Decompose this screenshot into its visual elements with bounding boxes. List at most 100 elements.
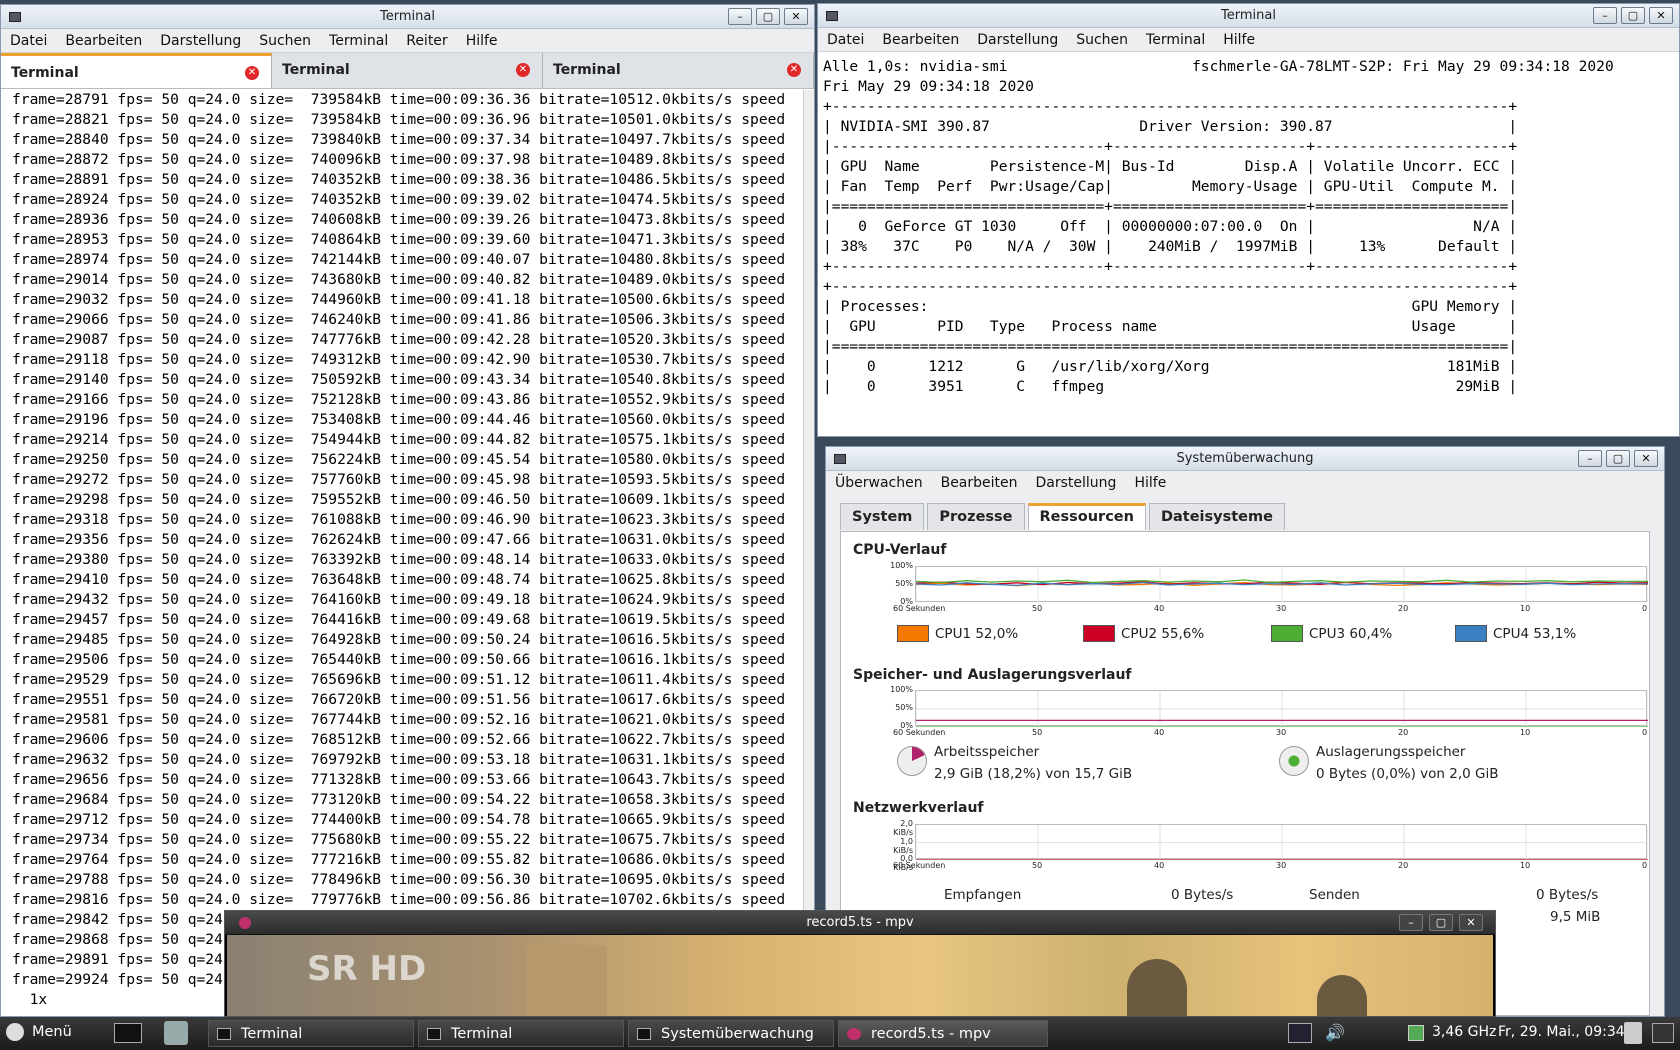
minimize-button[interactable]: – [728, 8, 752, 25]
color-swatch[interactable] [1455, 625, 1487, 642]
menu-bearbeiten[interactable]: Bearbeiten [56, 33, 151, 49]
minimize-button[interactable]: – [1399, 914, 1423, 931]
minimize-button[interactable]: – [1578, 450, 1602, 467]
menu-terminal[interactable]: Terminal [320, 33, 397, 49]
legend-label: CPU3 60,4% [1309, 625, 1393, 642]
menu-hilfe[interactable]: Hilfe [1214, 32, 1264, 48]
close-button[interactable]: ✕ [1649, 7, 1673, 24]
taskbar-item-terminal-1[interactable]: Terminal [208, 1020, 414, 1047]
menu-terminal[interactable]: Terminal [1137, 32, 1214, 48]
terminal-line: frame=28891 fps= 50 q=24.0 size= 740352k… [12, 171, 786, 188]
memory-label: Arbeitsspeicher [934, 744, 1040, 760]
terminal-line: frame=28821 fps= 50 q=24.0 size= 739584k… [12, 111, 786, 128]
video-frame[interactable]: SR HD [227, 935, 1493, 1016]
taskbar-item-terminal-2[interactable]: Terminal [418, 1020, 624, 1047]
terminal-line: +-------------------------------+-------… [823, 258, 1518, 275]
terminal-line: frame=29272 fps= 50 q=24.0 size= 757760k… [12, 471, 786, 488]
tab-ressourcen[interactable]: Ressourcen [1027, 503, 1146, 530]
network-chart-svg [916, 825, 1648, 860]
x-tick-label: 30 [1276, 604, 1287, 613]
maximize-button[interactable]: ▢ [1429, 914, 1453, 931]
terminal-line: frame=29485 fps= 50 q=24.0 size= 764928k… [12, 631, 786, 648]
title-bar[interactable]: Terminal – ▢ ✕ [818, 4, 1679, 28]
minimize-button[interactable]: – [1593, 7, 1617, 24]
terminal-line: |===============================+=======… [823, 198, 1518, 215]
color-swatch[interactable] [1271, 625, 1303, 642]
x-tick-label: 10 [1520, 728, 1531, 737]
terminal-line: frame=28924 fps= 50 q=24.0 size= 740352k… [12, 191, 786, 208]
menu-darstellung[interactable]: Darstellung [151, 33, 250, 49]
tab-prozesse[interactable]: Prozesse [927, 503, 1025, 530]
terminal-line: frame=29816 fps= 50 q=24.0 size= 779776k… [12, 891, 786, 908]
terminal-line: frame=28974 fps= 50 q=24.0 size= 742144k… [12, 251, 786, 268]
terminal-line: frame=29214 fps= 50 q=24.0 size= 754944k… [12, 431, 786, 448]
terminal-line: frame=29734 fps= 50 q=24.0 size= 775680k… [12, 831, 786, 848]
maximize-button[interactable]: ▢ [1606, 450, 1630, 467]
menu-suchen[interactable]: Suchen [250, 33, 320, 49]
trash-icon[interactable] [1624, 1022, 1642, 1044]
terminal-window-left[interactable]: Terminal – ▢ ✕ Datei Bearbeiten Darstell… [0, 4, 815, 1017]
terminal-line: | 0 3951 C ffmpeg 29MiB | [823, 378, 1518, 395]
menu-bar: Datei Bearbeiten Darstellung Suchen Term… [1, 29, 814, 53]
start-menu-button[interactable]: Menü [6, 1023, 72, 1041]
swap-pie-icon[interactable] [1279, 746, 1309, 776]
clock[interactable]: Fr, 29. Mai., 09:34 [1498, 1024, 1625, 1040]
menu-reiter[interactable]: Reiter [397, 33, 456, 49]
nvidia-smi-output[interactable]: Alle 1,0s: nvidia-smi fschmerle-GA-78LMT… [818, 54, 1679, 436]
y-tick-label: 50% [895, 703, 913, 712]
title-bar[interactable]: Terminal – ▢ ✕ [1, 5, 814, 29]
menu-bearbeiten[interactable]: Bearbeiten [873, 32, 968, 48]
tab-dateisysteme[interactable]: Dateisysteme [1148, 503, 1285, 530]
menu-datei[interactable]: Datei [818, 32, 873, 48]
terminal-line: | Fan Temp Perf Pwr:Usage/Cap| Memory-Us… [823, 178, 1518, 195]
volume-icon[interactable]: 🔊 [1325, 1023, 1347, 1043]
tab-terminal-3[interactable]: Terminal ✕ [543, 53, 814, 88]
color-swatch[interactable] [897, 625, 929, 642]
x-tick-label: 10 [1520, 861, 1531, 870]
tab-system[interactable]: System [840, 503, 925, 530]
terminal-output[interactable]: frame=28791 fps= 50 q=24.0 size= 739584k… [1, 90, 814, 1016]
menu-hilfe[interactable]: Hilfe [1125, 475, 1175, 491]
terminal-window-right[interactable]: Terminal – ▢ ✕ Datei Bearbeiten Darstell… [817, 3, 1680, 437]
legend-label: CPU2 55,6% [1121, 625, 1205, 642]
menu-label: Menü [32, 1024, 72, 1040]
memory-pie-icon[interactable] [897, 746, 927, 776]
close-tab-icon[interactable]: ✕ [245, 66, 259, 80]
title-bar[interactable]: Systemüberwachung – ▢ ✕ [826, 447, 1664, 471]
menu-darstellung[interactable]: Darstellung [1027, 475, 1126, 491]
x-tick-label: 50 [1032, 861, 1043, 870]
terminal-line: Fri May 29 09:34:18 2020 [823, 78, 1034, 95]
color-swatch[interactable] [1083, 625, 1115, 642]
close-tab-icon[interactable]: ✕ [516, 63, 530, 77]
terminal-line: frame=28840 fps= 50 q=24.0 size= 739840k… [12, 131, 786, 148]
swap-value: 0 Bytes (0,0%) von 2,0 GiB [1316, 766, 1499, 782]
show-desktop-icon[interactable] [1652, 1023, 1674, 1043]
terminal-line: | 0 GeForce GT 1030 Off | 00000000:07:00… [823, 218, 1518, 235]
close-tab-icon[interactable]: ✕ [787, 63, 801, 77]
taskbar-item-mpv[interactable]: record5.ts - mpv [838, 1020, 1048, 1047]
file-manager-icon[interactable] [164, 1021, 188, 1045]
menu-datei[interactable]: Datei [1, 33, 56, 49]
menu-darstellung[interactable]: Darstellung [968, 32, 1067, 48]
mpv-window[interactable]: record5.ts - mpv – ▢ ✕ SR HD [224, 910, 1496, 1017]
close-button[interactable]: ✕ [784, 8, 808, 25]
close-button[interactable]: ✕ [1634, 450, 1658, 467]
terminal-line: | 0 1212 G /usr/lib/xorg/Xorg 181MiB | [823, 358, 1518, 375]
menu-hilfe[interactable]: Hilfe [457, 33, 507, 49]
tab-bar: Terminal ✕ Terminal ✕ Terminal ✕ [1, 53, 814, 89]
terminal-line: frame=29529 fps= 50 q=24.0 size= 765696k… [12, 671, 786, 688]
close-button[interactable]: ✕ [1459, 914, 1483, 931]
title-bar[interactable]: record5.ts - mpv – ▢ ✕ [225, 911, 1495, 935]
terminal-launcher-icon[interactable] [114, 1023, 142, 1043]
maximize-button[interactable]: ▢ [1621, 7, 1645, 24]
tab-terminal-1[interactable]: Terminal ✕ [1, 53, 272, 88]
terminal-line: | Processes: GPU Memory | [823, 298, 1518, 315]
taskbar-item-system-monitor[interactable]: Systemüberwachung [628, 1020, 834, 1047]
network-tray-icon[interactable] [1288, 1023, 1312, 1043]
tab-terminal-2[interactable]: Terminal ✕ [272, 53, 543, 88]
menu-bearbeiten[interactable]: Bearbeiten [932, 475, 1027, 491]
maximize-button[interactable]: ▢ [756, 8, 780, 25]
menu-suchen[interactable]: Suchen [1067, 32, 1137, 48]
scrollbar[interactable] [803, 90, 814, 1016]
menu-ueberwachen[interactable]: Überwachen [826, 475, 932, 491]
